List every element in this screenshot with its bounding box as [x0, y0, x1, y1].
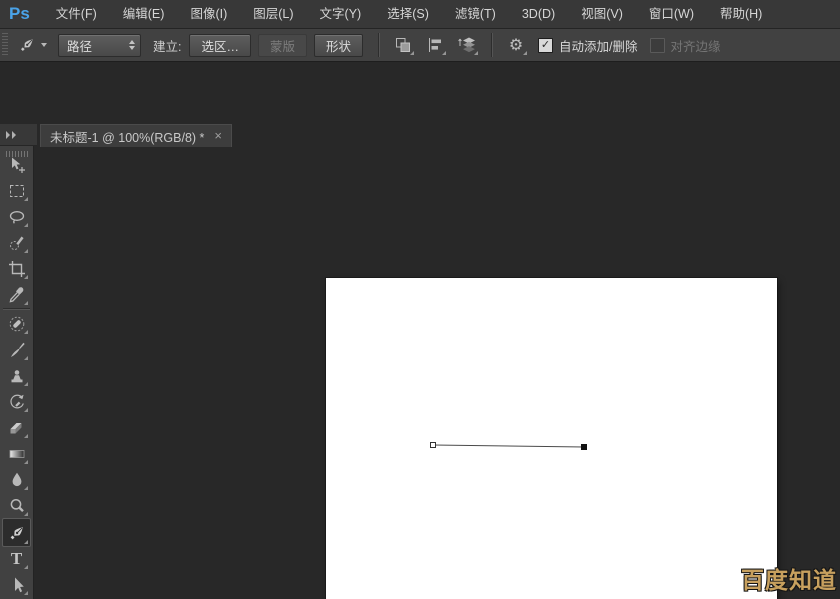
options-bar: 路径 建立: 选区… 蒙版 形状 — [0, 29, 840, 62]
flyout-caret-icon — [24, 460, 28, 464]
double-chevron-right-icon — [4, 129, 19, 141]
path-operations-button[interactable] — [390, 33, 416, 57]
document-tab-title: 未标题-1 @ 100%(RGB/8) * — [50, 127, 204, 146]
ps-logo: Ps — [9, 4, 30, 24]
workspace: T — [0, 62, 840, 599]
flyout-caret-icon — [24, 223, 28, 227]
photoshop-window: Ps 文件(F) 编辑(E) 图像(I) 图层(L) 文字(Y) 选择(S) 滤… — [0, 0, 840, 599]
flyout-caret-icon — [523, 51, 527, 55]
pen-preset-icon — [17, 35, 37, 55]
baidu-zhidao-watermark: 百度知道 — [741, 561, 837, 595]
options-separator — [491, 33, 492, 57]
pen-options-gear-button[interactable]: ⚙ — [503, 33, 529, 57]
blur-tool[interactable] — [3, 467, 30, 492]
toolbar-separator — [3, 308, 30, 309]
tool-mode-value: 路径 — [67, 36, 92, 55]
flyout-caret-icon — [24, 275, 28, 279]
move-icon — [7, 155, 27, 175]
menu-type[interactable]: 文字(Y) — [307, 1, 375, 28]
flyout-caret-icon — [24, 565, 28, 569]
flyout-caret-icon — [24, 356, 28, 360]
flyout-caret-icon — [24, 486, 28, 490]
path-anchor-start[interactable] — [431, 443, 436, 448]
options-separator — [378, 33, 379, 57]
flyout-caret-icon — [24, 382, 28, 386]
menu-help[interactable]: 帮助(H) — [707, 1, 775, 28]
tool-preset-caret-icon — [41, 43, 47, 47]
menu-filter[interactable]: 滤镜(T) — [442, 1, 509, 28]
dodge-tool[interactable] — [3, 493, 30, 518]
flyout-caret-icon — [24, 591, 28, 595]
eyedropper-tool[interactable] — [3, 282, 30, 307]
flyout-caret-icon — [24, 330, 28, 334]
menu-bar: Ps 文件(F) 编辑(E) 图像(I) 图层(L) 文字(Y) 选择(S) 滤… — [0, 0, 840, 29]
pen-path-overlay — [326, 278, 777, 599]
align-edges-checkbox — [650, 38, 665, 53]
make-mask-button: 蒙版 — [258, 34, 307, 57]
menu-image[interactable]: 图像(I) — [177, 1, 240, 28]
menu-view[interactable]: 视图(V) — [568, 1, 636, 28]
menu-3d[interactable]: 3D(D) — [509, 1, 568, 28]
auto-add-delete-label: 自动添加/删除 — [559, 36, 637, 55]
dropdown-spinner-icon — [129, 40, 135, 50]
tool-mode-dropdown[interactable]: 路径 — [58, 34, 141, 57]
flyout-caret-icon — [474, 51, 478, 55]
path-arrangement-button[interactable] — [454, 33, 480, 57]
flyout-caret-icon — [410, 51, 414, 55]
lasso-tool[interactable] — [3, 204, 30, 229]
make-shape-button[interactable]: 形状 — [314, 34, 363, 57]
gradient-tool[interactable] — [3, 441, 30, 466]
tools-panel: T — [0, 146, 34, 599]
eraser-tool[interactable] — [3, 415, 30, 440]
menu-layer[interactable]: 图层(L) — [240, 1, 306, 28]
flyout-caret-icon — [24, 408, 28, 412]
menu-select[interactable]: 选择(S) — [374, 1, 442, 28]
make-selection-button[interactable]: 选区… — [189, 34, 251, 57]
tool-preset-picker[interactable] — [8, 32, 54, 58]
gear-icon: ⚙ — [509, 37, 523, 53]
tools-panel-collapse-button[interactable] — [0, 124, 37, 146]
flyout-caret-icon — [24, 434, 28, 438]
move-tool[interactable] — [3, 152, 30, 177]
menu-window[interactable]: 窗口(W) — [636, 1, 707, 28]
flyout-caret-icon — [24, 249, 28, 253]
auto-add-delete-checkbox[interactable]: ✓ — [538, 38, 553, 53]
pen-path-segment[interactable] — [433, 445, 584, 447]
tab-close-icon[interactable]: × — [214, 130, 222, 142]
path-anchor-end[interactable] — [581, 444, 587, 450]
type-tool[interactable]: T — [3, 546, 30, 571]
history-brush-tool[interactable] — [3, 389, 30, 414]
flyout-caret-icon — [24, 512, 28, 516]
type-icon: T — [11, 550, 22, 568]
menu-file[interactable]: 文件(F) — [43, 1, 110, 28]
rectangular-marquee-tool[interactable] — [3, 178, 30, 203]
document-canvas[interactable] — [326, 278, 777, 599]
quick-selection-tool[interactable] — [3, 230, 30, 255]
pen-tool[interactable] — [2, 518, 31, 547]
brush-tool[interactable] — [3, 337, 30, 362]
flyout-caret-icon — [24, 197, 28, 201]
menu-edit[interactable]: 编辑(E) — [110, 1, 178, 28]
align-edges-label: 对齐边缘 — [671, 36, 721, 55]
clone-stamp-tool[interactable] — [3, 363, 30, 388]
flyout-caret-icon — [24, 540, 28, 544]
path-alignment-button[interactable] — [422, 33, 448, 57]
flyout-caret-icon — [442, 51, 446, 55]
make-label: 建立: — [153, 36, 181, 55]
spot-healing-brush-tool[interactable] — [3, 311, 30, 336]
flyout-caret-icon — [24, 301, 28, 305]
crop-tool[interactable] — [3, 256, 30, 281]
path-selection-tool[interactable] — [3, 572, 30, 597]
document-tab[interactable]: 未标题-1 @ 100%(RGB/8) * × — [40, 124, 232, 147]
